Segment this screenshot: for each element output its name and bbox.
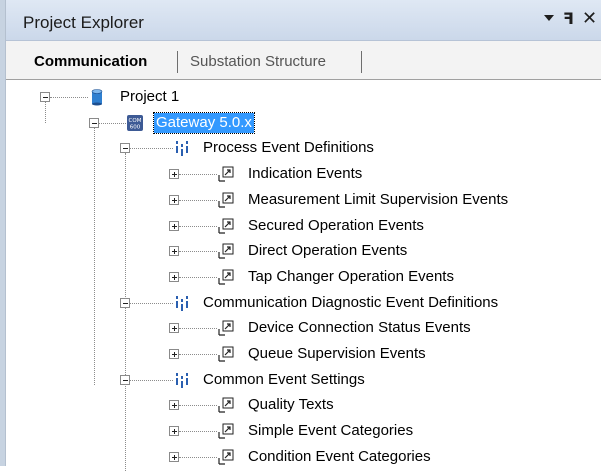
tab-communication[interactable]: Communication: [28, 50, 153, 74]
svg-text:COM: COM: [129, 118, 142, 124]
tree-connector-horizontal: [179, 405, 217, 407]
collapse-toggle-icon[interactable]: [120, 143, 130, 154]
tree-node-label[interactable]: Condition Event Categories: [248, 447, 431, 467]
tree-connector-horizontal: [130, 379, 173, 381]
event-definition-icon: [217, 396, 235, 414]
database-icon: [88, 88, 106, 106]
tree-node-label[interactable]: Secured Operation Events: [248, 216, 424, 236]
tree-connector-horizontal: [179, 431, 217, 433]
tree-node-label[interactable]: Tap Changer Operation Events: [248, 267, 454, 287]
collapse-toggle-icon[interactable]: [40, 92, 50, 102]
tree-node-label[interactable]: Indication Events: [248, 164, 362, 184]
collapse-toggle-icon[interactable]: [120, 374, 130, 385]
event-group-icon: [173, 139, 191, 157]
expand-toggle-icon[interactable]: [169, 349, 179, 359]
tab-substation-structure[interactable]: Substation Structure: [184, 50, 332, 74]
event-definition-icon: [217, 191, 235, 209]
tree-node-label[interactable]: Project 1: [120, 87, 179, 107]
chevron-down-icon[interactable]: [544, 15, 554, 21]
tree-node-label[interactable]: Common Event Settings: [203, 370, 365, 390]
com-gateway-icon: COM 600: [126, 114, 144, 132]
tree-node-label[interactable]: Quality Texts: [248, 395, 334, 415]
expand-toggle-icon[interactable]: [169, 323, 179, 334]
expand-toggle-icon[interactable]: [169, 426, 179, 437]
event-definition-icon: [217, 165, 235, 183]
expand-toggle-icon[interactable]: [169, 220, 179, 231]
event-definition-icon: [217, 345, 235, 363]
close-icon[interactable]: ✕: [582, 8, 597, 29]
tree-node-label[interactable]: Gateway 5.0.x: [153, 111, 255, 134]
tab-strip: Communication Substation Structure: [6, 41, 601, 80]
panel-titlebar[interactable]: Project Explorer ꟻ ✕: [6, 0, 601, 41]
event-definition-icon: [217, 448, 235, 466]
tree-node-label[interactable]: Direct Operation Events: [248, 241, 407, 261]
expand-toggle-icon[interactable]: [169, 271, 179, 282]
tree-connector-horizontal: [179, 354, 217, 355]
event-definition-icon: [217, 319, 235, 337]
tree-connector-horizontal: [179, 276, 217, 278]
project-tree[interactable]: Project 1 COM 600 Gateway 5.0.x Process Even…: [6, 80, 601, 471]
tree-connector-horizontal: [179, 456, 217, 458]
tree-node-label[interactable]: Device Connection Status Events: [248, 318, 471, 338]
tree-connector-horizontal: [50, 97, 88, 98]
svg-text:600: 600: [130, 124, 141, 130]
tree-connector-horizontal: [179, 251, 217, 253]
event-group-icon: [173, 294, 191, 312]
tree-connector-horizontal: [130, 302, 173, 304]
event-definition-icon: [217, 422, 235, 440]
tree-connector-horizontal: [179, 328, 217, 330]
tree-node-label[interactable]: Communication Diagnostic Event Definitio…: [203, 293, 498, 313]
pin-icon[interactable]: ꟻ: [563, 9, 574, 28]
tree-node-label[interactable]: Process Event Definitions: [203, 138, 374, 158]
tree-node-label[interactable]: Queue Supervision Events: [248, 344, 426, 364]
expand-toggle-icon[interactable]: [169, 169, 179, 180]
event-definition-icon: [217, 217, 235, 235]
event-definition-icon: [217, 268, 235, 286]
expand-toggle-icon[interactable]: [169, 194, 179, 205]
tree-connector-horizontal: [179, 174, 217, 176]
expand-toggle-icon[interactable]: [169, 451, 179, 462]
expand-toggle-icon[interactable]: [169, 400, 179, 411]
event-definition-icon: [217, 242, 235, 260]
collapse-toggle-icon[interactable]: [89, 117, 99, 128]
panel-title: Project Explorer: [23, 13, 144, 32]
tree-connector-horizontal: [99, 122, 126, 124]
collapse-toggle-icon[interactable]: [120, 297, 130, 308]
event-group-icon: [173, 371, 191, 389]
tree-connector-vertical: [94, 127, 95, 385]
tree-node-label[interactable]: Measurement Limit Supervision Events: [248, 190, 508, 210]
tree-node-label[interactable]: Simple Event Categories: [248, 421, 413, 441]
tree-connector-horizontal: [130, 148, 173, 150]
tab-separator: [177, 51, 178, 73]
tree-connector-horizontal: [179, 199, 217, 201]
tab-separator: [361, 51, 362, 73]
expand-toggle-icon[interactable]: [169, 246, 179, 257]
tree-connector-horizontal: [179, 225, 217, 227]
